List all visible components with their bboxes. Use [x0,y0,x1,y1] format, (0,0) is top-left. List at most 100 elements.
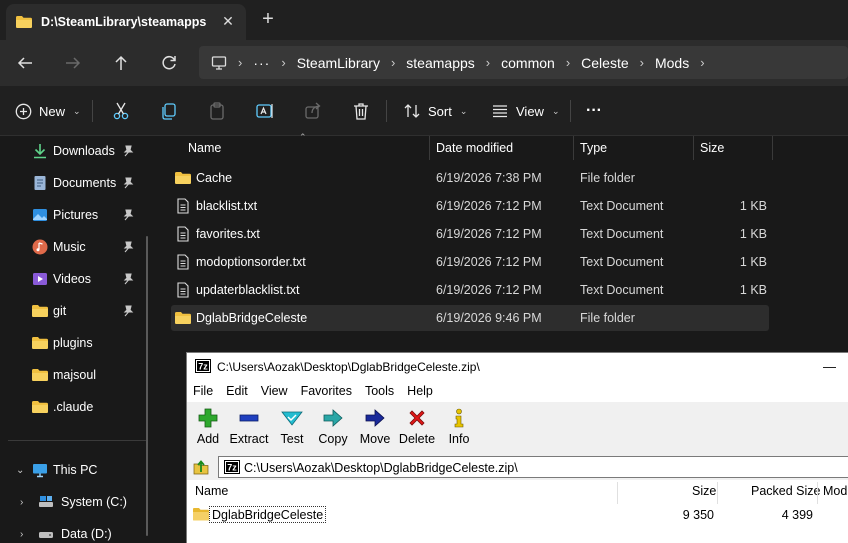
nav-item-data-drive[interactable]: › Data (D:) [0,520,157,543]
nav-item-majsoul[interactable]: majsoul [0,361,157,389]
archive-column-packed-size[interactable]: Packed Size [751,484,820,502]
nav-item-documents[interactable]: Documents [0,169,157,197]
nav-item-pictures[interactable]: Pictures [0,201,157,229]
archive-title-bar[interactable]: 7z C:\Users\Aozak\Desktop\DglabBridgeCel… [187,353,848,380]
chevron-down-icon[interactable]: ⌄ [16,465,24,476]
chevron-right-icon: › [485,55,491,70]
divider[interactable] [772,136,773,160]
menu-help[interactable]: Help [407,384,433,398]
chevron-right-icon[interactable]: › [20,497,23,508]
divider[interactable] [429,136,430,160]
file-row[interactable]: favorites.txt 6/19/2026 7:12 PM Text Doc… [171,221,769,247]
sort-button[interactable]: Sort ⌄ [403,100,467,122]
copy-button[interactable]: Copy [312,407,354,451]
breadcrumb-item[interactable]: SteamLibrary [297,55,380,71]
file-row[interactable]: modoptionsorder.txt 6/19/2026 7:12 PM Te… [171,249,769,275]
nav-item-git[interactable]: git [0,297,157,325]
view-label: View [516,103,544,119]
up-icon[interactable] [110,52,132,74]
chevron-right-icon[interactable]: › [20,529,23,540]
menu-file[interactable]: File [193,384,213,398]
file-row[interactable]: updaterblacklist.txt 6/19/2026 7:12 PM T… [171,277,769,303]
back-icon[interactable] [14,52,36,74]
breadcrumb-item[interactable]: Celeste [581,55,628,71]
pin-icon[interactable] [122,241,134,253]
nav-item-system-drive[interactable]: › System (C:) [0,488,157,516]
nav-item-music[interactable]: Music [0,233,157,261]
column-header-date[interactable]: Date modified [436,136,513,160]
share-icon[interactable] [303,101,323,121]
refresh-icon[interactable] [158,52,180,74]
nav-item-videos[interactable]: Videos [0,265,157,293]
tab-close-icon[interactable]: ✕ [218,11,238,31]
breadcrumb-item[interactable]: Mods [655,55,689,71]
divider[interactable] [617,482,618,504]
plus-icon [198,408,218,428]
rename-icon[interactable] [255,101,275,121]
column-header-size[interactable]: Size [700,136,724,160]
delete-icon[interactable] [351,101,371,121]
archive-file-list: Name Size Packed Size Mod DglabBridgeCel… [187,480,848,543]
chevron-right-icon[interactable]: › [700,55,704,70]
copy-icon[interactable] [159,101,179,121]
pin-icon[interactable] [122,305,134,317]
archive-row[interactable]: DglabBridgeCeleste 9 350 4 399 [191,506,848,524]
paste-icon[interactable] [207,101,227,121]
minimize-icon[interactable]: — [823,359,836,374]
divider[interactable] [693,136,694,160]
breadcrumb-item[interactable]: common [501,55,555,71]
text-file-icon [177,226,189,242]
menu-view[interactable]: View [261,384,288,398]
folder-up-icon[interactable] [192,458,210,476]
pin-icon[interactable] [122,209,134,221]
archive-menu-bar: File Edit View Favorites Tools Help [187,380,848,402]
music-icon [32,239,48,255]
scrollbar[interactable] [146,236,148,536]
test-button[interactable]: Test [271,407,313,451]
divider[interactable] [717,482,718,504]
nav-item-this-pc[interactable]: ⌄ This PC [0,456,157,484]
archive-column-name[interactable]: Name [195,484,228,502]
file-row[interactable]: Cache 6/19/2026 7:38 PM File folder [171,165,769,191]
more-options-button[interactable]: ··· [586,100,602,122]
archive-path-bar: 7z C:\Users\Aozak\Desktop\DglabBridgeCel… [187,454,848,480]
tab-current-folder[interactable]: D:\SteamLibrary\steamapps\c ✕ [6,4,246,40]
delete-button[interactable]: Delete [396,407,438,451]
cut-icon[interactable] [111,101,131,121]
add-button[interactable]: Add [187,407,229,451]
menu-favorites[interactable]: Favorites [301,384,352,398]
file-size: 1 KB [739,255,767,269]
breadcrumb-item[interactable]: steamapps [406,55,474,71]
file-row[interactable]: blacklist.txt 6/19/2026 7:12 PM Text Doc… [171,193,769,219]
menu-tools[interactable]: Tools [365,384,394,398]
pin-icon[interactable] [122,177,134,189]
archive-column-modified[interactable]: Mod [823,484,847,502]
divider[interactable] [817,482,818,504]
file-row-selected[interactable]: DglabBridgeCeleste 6/19/2026 9:46 PM Fil… [171,305,769,331]
chevron-right-icon: › [565,55,571,70]
view-button[interactable]: View ⌄ [491,100,560,122]
nav-item-claude[interactable]: .claude [0,393,157,421]
move-button[interactable]: Move [354,407,396,451]
divider[interactable] [573,136,574,160]
divider [570,100,571,122]
breadcrumb-overflow[interactable]: ··· [253,55,270,71]
column-header-name[interactable]: Name [188,136,221,160]
pin-icon[interactable] [122,145,134,157]
column-header-type[interactable]: Type [580,136,607,160]
archive-column-size[interactable]: Size [692,484,716,502]
pin-icon[interactable] [122,273,134,285]
address-bar[interactable]: › ··· › SteamLibrary › steamapps › commo… [199,46,848,79]
menu-edit[interactable]: Edit [226,384,248,398]
nav-item-plugins[interactable]: plugins [0,329,157,357]
archive-path-input[interactable]: 7z C:\Users\Aozak\Desktop\DglabBridgeCel… [218,456,848,478]
new-button[interactable]: New ⌄ [15,100,81,122]
nav-item-downloads[interactable]: Downloads [0,137,157,165]
extract-button[interactable]: Extract [228,407,270,451]
text-file-icon [177,198,189,214]
info-button[interactable]: Info [438,407,480,451]
new-tab-icon[interactable]: + [258,9,278,30]
chevron-right-icon: › [639,55,644,70]
forward-icon[interactable] [62,52,84,74]
new-label: New [39,103,66,119]
